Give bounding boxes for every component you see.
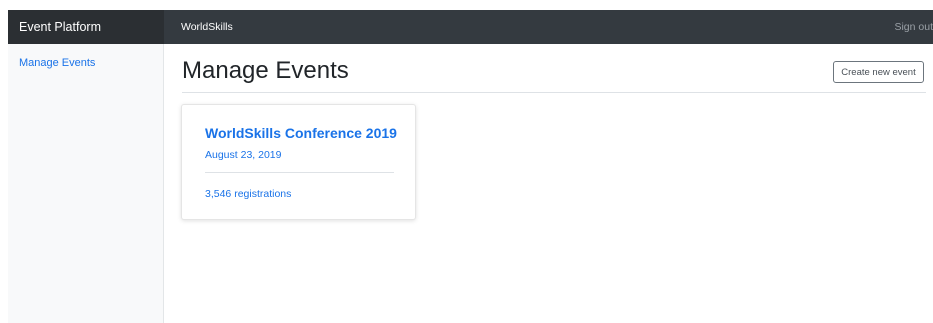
page-title: Manage Events — [182, 57, 349, 84]
sidebar: Manage Events — [8, 44, 164, 323]
event-registrations: 3,546 registrations — [205, 188, 292, 200]
create-new-event-button[interactable]: Create new event — [833, 61, 924, 83]
title-divider — [182, 92, 926, 93]
card-divider — [205, 172, 394, 173]
event-name-link[interactable]: WorldSkills Conference 2019 — [205, 125, 397, 141]
event-card[interactable]: WorldSkills Conference 2019 August 23, 2… — [181, 104, 416, 220]
top-navbar: Event Platform WorldSkills Sign out — [8, 10, 933, 44]
navbar-brand[interactable]: Event Platform — [8, 10, 164, 44]
sign-out-link[interactable]: Sign out — [894, 10, 933, 44]
sidebar-item-manage-events[interactable]: Manage Events — [19, 57, 95, 69]
organizer-name: WorldSkills — [181, 21, 233, 33]
event-date: August 23, 2019 — [205, 149, 282, 161]
